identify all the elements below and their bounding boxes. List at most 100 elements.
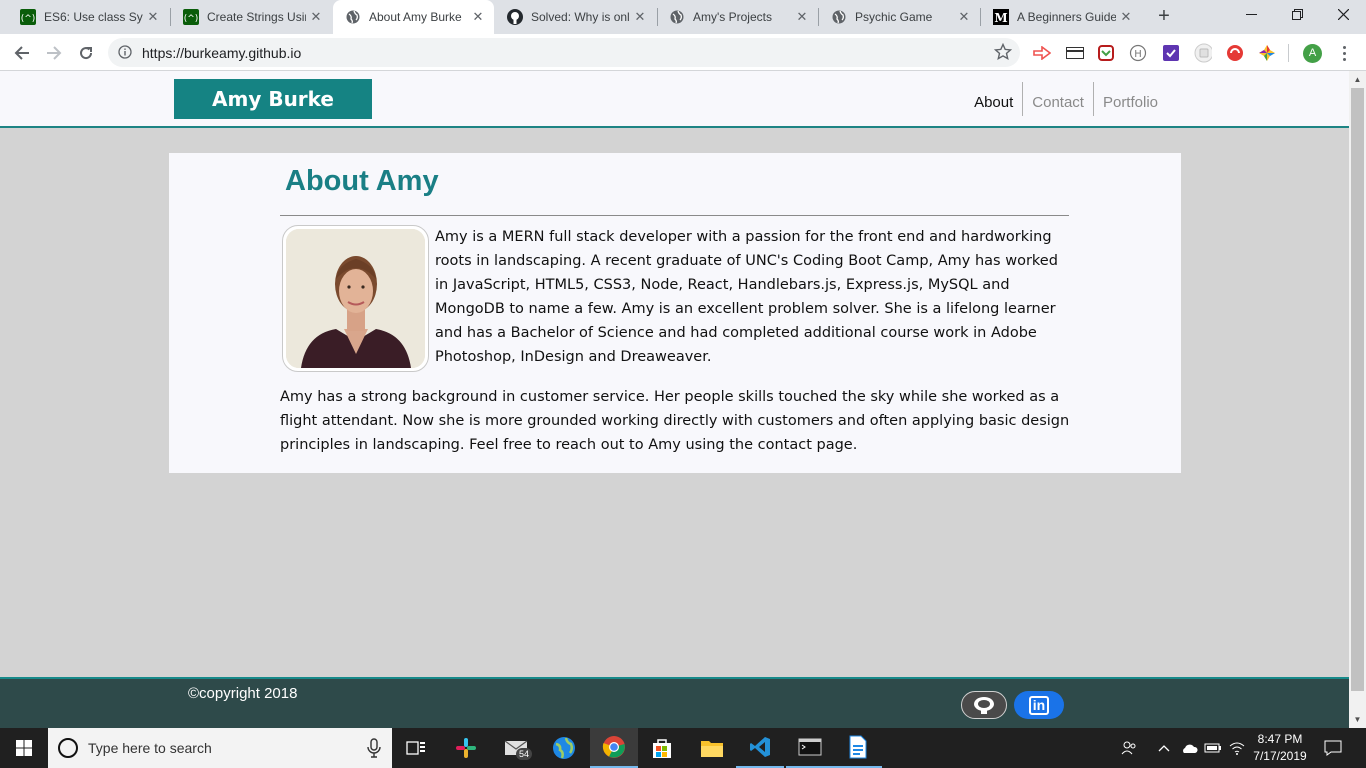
vscode-icon[interactable] xyxy=(736,728,784,768)
globe-icon xyxy=(831,9,847,25)
cortana-icon xyxy=(58,738,78,758)
toolbar-divider xyxy=(1288,44,1289,62)
address-bar[interactable]: https://burkeamy.github.io xyxy=(108,38,1020,67)
browser-tab[interactable]: M A Beginners Guide ✕ xyxy=(981,0,1142,34)
wifi-icon[interactable] xyxy=(1228,738,1246,758)
tab-title: A Beginners Guide xyxy=(1017,10,1116,24)
store-icon[interactable] xyxy=(638,728,686,768)
linkedin-icon: in xyxy=(1028,695,1050,715)
copyright-text: ©copyright 2018 xyxy=(188,685,298,702)
info-icon[interactable] xyxy=(118,45,132,59)
globe-app-icon[interactable] xyxy=(540,728,588,768)
nav-about-link[interactable]: About xyxy=(965,82,1022,116)
taskbar-search[interactable]: Type here to search xyxy=(48,728,392,768)
chevron-up-icon[interactable] xyxy=(1155,738,1173,758)
site-footer: ©copyright 2018 in xyxy=(0,677,1349,728)
menu-kebab-icon[interactable] xyxy=(1335,44,1353,62)
terminal-icon[interactable] xyxy=(786,728,834,768)
extension-h-icon[interactable]: H xyxy=(1129,44,1147,62)
file-explorer-icon[interactable] xyxy=(688,728,736,768)
extension-check-icon[interactable] xyxy=(1162,44,1180,62)
windows-taskbar: Type here to search 54 8:47 PM 7/17/2019 xyxy=(0,728,1366,768)
page-title: About Amy xyxy=(285,165,439,197)
vertical-scrollbar[interactable]: ▲ ▼ xyxy=(1349,71,1366,728)
reload-button[interactable] xyxy=(72,39,100,67)
chrome-taskbar-icon[interactable] xyxy=(590,728,638,768)
github-link-button[interactable] xyxy=(961,691,1007,719)
system-clock[interactable]: 8:47 PM 7/17/2019 xyxy=(1248,731,1312,765)
tab-title: ES6: Use class Synt xyxy=(44,10,143,24)
medium-icon: M xyxy=(993,9,1009,25)
title-divider xyxy=(280,215,1069,216)
browser-tab[interactable]: (^) Create Strings Usin ✕ xyxy=(171,0,332,34)
tab-title: About Amy Burke xyxy=(369,10,462,24)
arrow-left-icon xyxy=(14,46,29,60)
scroll-up-arrow-icon[interactable]: ▲ xyxy=(1349,71,1366,88)
close-icon[interactable]: ✕ xyxy=(1116,9,1136,25)
nav-portfolio-link[interactable]: Portfolio xyxy=(1092,82,1167,116)
tab-title: Amy's Projects xyxy=(693,10,772,24)
extension-pocket-icon[interactable] xyxy=(1097,44,1115,62)
url-text[interactable]: https://burkeamy.github.io xyxy=(142,45,301,61)
microphone-icon[interactable] xyxy=(366,738,382,758)
back-button[interactable] xyxy=(8,39,36,67)
slack-icon[interactable] xyxy=(442,728,490,768)
browser-tab-active[interactable]: About Amy Burke ✕ xyxy=(333,0,494,34)
brand-logo[interactable]: Amy Burke xyxy=(174,79,372,119)
reload-icon xyxy=(80,47,93,60)
document-icon[interactable] xyxy=(834,728,882,768)
search-placeholder[interactable]: Type here to search xyxy=(88,740,212,756)
close-icon[interactable]: ✕ xyxy=(306,9,326,25)
about-paragraph-2: Amy has a strong background in customer … xyxy=(280,389,1070,453)
linkedin-link-button[interactable]: in xyxy=(1014,691,1064,719)
clock-time: 8:47 PM xyxy=(1257,732,1303,746)
svg-text:(^): (^) xyxy=(21,14,36,24)
scroll-thumb[interactable] xyxy=(1351,88,1364,691)
site-header: Amy Burke About Contact Portfolio xyxy=(0,71,1349,128)
arrow-right-icon xyxy=(47,46,62,60)
close-icon[interactable]: ✕ xyxy=(792,9,812,25)
scroll-down-arrow-icon[interactable]: ▼ xyxy=(1349,711,1366,728)
extension-red-icon[interactable] xyxy=(1226,44,1244,62)
mail-icon[interactable]: 54 xyxy=(492,728,540,768)
task-view-icon[interactable] xyxy=(392,728,440,768)
github-icon xyxy=(507,9,523,25)
site-nav: About Contact Portfolio xyxy=(965,82,1167,116)
notifications-icon[interactable] xyxy=(1324,738,1342,758)
profile-photo xyxy=(282,225,429,372)
browser-tab[interactable]: Psychic Game ✕ xyxy=(819,0,980,34)
github-icon xyxy=(974,697,994,714)
close-icon[interactable]: ✕ xyxy=(954,9,974,25)
browser-tab[interactable]: Amy's Projects ✕ xyxy=(657,0,818,34)
start-button[interactable] xyxy=(0,728,48,768)
close-icon[interactable]: ✕ xyxy=(143,9,163,25)
globe-icon xyxy=(345,9,361,25)
nav-contact-link[interactable]: Contact xyxy=(1022,82,1093,116)
extension-grey-icon[interactable] xyxy=(1194,43,1212,63)
about-card: About Amy Amy is a MERN full stack devel… xyxy=(169,153,1181,473)
windows-logo-icon xyxy=(16,740,32,756)
browser-tab[interactable]: (^) ES6: Use class Synt ✕ xyxy=(8,0,169,34)
mail-badge: 54 xyxy=(516,748,533,760)
close-window-button[interactable] xyxy=(1320,0,1366,34)
tab-title: Create Strings Usin xyxy=(207,10,306,24)
onedrive-cloud-icon[interactable] xyxy=(1180,738,1198,758)
extension-colorful-icon[interactable] xyxy=(1258,44,1276,62)
tab-strip: (^) ES6: Use class Synt ✕ (^) Create Str… xyxy=(0,0,1366,34)
page-viewport: Amy Burke About Contact Portfolio About … xyxy=(0,71,1349,728)
extension-card-icon[interactable] xyxy=(1066,44,1084,62)
svg-text:H: H xyxy=(1134,49,1142,60)
people-icon[interactable] xyxy=(1120,738,1138,758)
extension-arrow-icon[interactable] xyxy=(1033,44,1051,62)
forward-button[interactable] xyxy=(40,39,68,67)
close-icon[interactable]: ✕ xyxy=(630,9,650,25)
new-tab-button[interactable]: + xyxy=(1152,5,1176,29)
bookmark-star-icon[interactable] xyxy=(994,43,1012,61)
restore-button[interactable] xyxy=(1274,0,1320,34)
profile-avatar[interactable]: A xyxy=(1303,44,1322,63)
about-paragraph-1: Amy is a MERN full stack developer with … xyxy=(435,229,1058,365)
browser-tab[interactable]: Solved: Why is onl ✕ xyxy=(495,0,656,34)
battery-icon[interactable] xyxy=(1204,738,1222,758)
minimize-button[interactable] xyxy=(1228,0,1274,34)
close-icon[interactable]: ✕ xyxy=(468,9,488,25)
